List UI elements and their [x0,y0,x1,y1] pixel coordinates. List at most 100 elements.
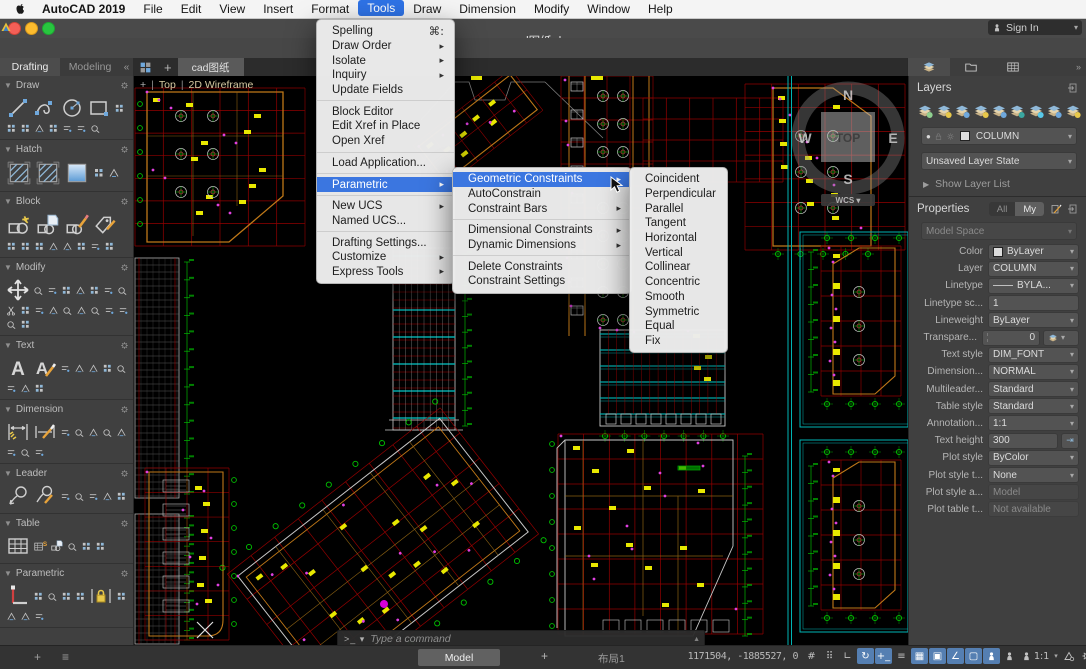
property-value-layer[interactable]: COLUMN▾ [988,261,1079,277]
selection-cycling-toggle[interactable]: ▣ [929,648,946,664]
dim-radius-icon[interactable] [74,427,85,438]
section-header-hatch[interactable]: ▼Hatch [0,140,133,157]
menubar-item-file[interactable]: File [134,0,171,18]
radius-constraint-icon[interactable] [116,591,127,602]
layer-state-dropdown[interactable]: Unsaved Layer State▾ [921,152,1077,170]
menu-item-parametric[interactable]: Parametric▸ [317,177,454,192]
ortho-mode-toggle[interactable]: ∟ [839,648,856,664]
layer-edit-icon[interactable] [935,102,951,119]
erase-icon[interactable] [20,319,31,330]
section-header-table[interactable]: ▼Table [0,514,133,531]
gear-icon[interactable] [120,341,129,350]
menu-item-constraint-bars[interactable]: Constraint Bars▸ [453,201,631,216]
grid-display-toggle[interactable]: # [803,648,820,664]
property-value-linetype[interactable]: BYLA...▾ [988,278,1079,294]
section-header-dimension[interactable]: ▼Dimension [0,400,133,417]
block-replace-icon[interactable] [34,241,45,252]
move-icon[interactable] [6,278,30,302]
leader-remove-icon[interactable] [102,491,113,502]
property-value-linetype-sc[interactable]: 1 [988,295,1079,311]
menu-item-inquiry[interactable]: Inquiry▸ [317,68,454,83]
menubar-item-format[interactable]: Format [302,0,358,18]
tab-layer-states[interactable] [950,58,992,76]
dimensional-lock-icon[interactable] [89,584,113,608]
show-layer-list-toggle[interactable]: ▶Show Layer List [923,178,1086,190]
aligned-constraint-icon[interactable] [20,611,31,622]
edit-attribute-icon[interactable] [93,212,119,238]
chamfer-icon[interactable] [48,305,59,316]
gear-icon[interactable] [120,197,129,206]
rectangle-icon[interactable] [87,96,111,120]
layout-tab[interactable]: 布局1 [598,651,625,666]
constraint-show-icon[interactable] [75,591,86,602]
scissors-icon[interactable] [6,305,17,316]
polar-tracking-toggle[interactable]: ↻ [857,648,874,664]
menu-item-dynamic-dimensions[interactable]: Dynamic Dimensions▸ [453,238,631,253]
tab-annotation-scales[interactable] [992,58,1034,76]
annotation-visibility-toggle[interactable] [983,648,1000,664]
hatch-icon[interactable] [6,160,32,186]
command-input[interactable]: Type a command [370,633,693,645]
dimension-edit-icon[interactable] [33,420,57,444]
block-export-icon[interactable] [104,241,115,252]
rotate-icon[interactable] [47,285,58,296]
app-menu[interactable]: AutoCAD 2019 [33,0,134,18]
constraint-point-icon[interactable] [61,591,72,602]
offset-icon[interactable] [20,305,31,316]
model-tab[interactable]: Model [418,649,500,666]
layer-match-icon[interactable] [991,102,1007,119]
angle-snap-toggle[interactable]: ∠ [947,648,964,664]
menu-item-load-application[interactable]: Load Application... [317,156,454,171]
property-value-color[interactable]: ByLayer▾ [988,244,1079,260]
menu-item-coincident[interactable]: Coincident [630,172,727,187]
menu-item-symmetric[interactable]: Symmetric [630,304,727,319]
menu-item-constraint-settings[interactable]: Constraint Settings [453,274,631,289]
text-screen-icon[interactable] [116,363,127,374]
space-dropdown[interactable]: Model Space▾ [921,222,1077,240]
match-properties-icon[interactable] [6,319,17,330]
auto-scale-toggle[interactable] [1001,648,1018,664]
snap-mode-toggle[interactable]: ⠿ [821,648,838,664]
view-list-icon[interactable]: ≡ [62,650,69,664]
annotation-scale-dropdown[interactable]: 1:1▾ [1019,648,1060,664]
viewport-view-control[interactable]: Top [159,79,176,91]
layer-lock-icon[interactable] [1046,102,1062,119]
dim-ordinate-icon[interactable] [102,427,113,438]
constraint-hide-icon[interactable] [6,611,17,622]
gradient-icon[interactable] [64,160,90,186]
arc-icon[interactable] [114,103,125,114]
layer-settings-icon[interactable] [1009,102,1025,119]
hatch-edit-icon[interactable] [35,160,61,186]
undock-properties-icon[interactable] [1067,203,1079,215]
dim-baseline-icon[interactable] [116,427,127,438]
menu-item-drafting-settings[interactable]: Drafting Settings... [317,235,454,250]
menu-item-perpendicular[interactable]: Perpendicular [630,187,727,202]
attribute-edit-icon[interactable] [90,241,101,252]
break-icon[interactable] [104,305,115,316]
block-base-icon[interactable] [62,241,73,252]
cell-styles-icon[interactable] [48,241,59,252]
line-icon[interactable] [6,96,30,120]
menubar-item-modify[interactable]: Modify [525,0,578,18]
menu-item-new-ucs[interactable]: New UCS▸ [317,199,454,214]
filter-my-button[interactable]: My [1015,202,1044,216]
transparency-bylayer-dropdown[interactable]: ▾ [1043,330,1079,346]
stretch-icon[interactable] [90,305,101,316]
sign-in-button[interactable]: Sign In ▾ [988,20,1082,35]
transparency-input[interactable]: 0 [982,330,1040,346]
menu-item-dimensional-constraints[interactable]: Dimensional Constraints▸ [453,223,631,238]
menu-item-delete-constraints[interactable]: Delete Constraints [453,259,631,274]
solid-edit-icon[interactable] [34,305,45,316]
apple-menu-icon[interactable] [0,0,33,18]
menu-item-concentric[interactable]: Concentric [630,275,727,290]
document-tab[interactable]: cad图纸 [178,58,244,76]
edit-properties-icon[interactable] [1050,203,1062,215]
menu-item-isolate[interactable]: Isolate▸ [317,53,454,68]
settings-gear-icon[interactable] [1079,648,1086,664]
property-value-lineweight[interactable]: ByLayer▾ [988,312,1079,328]
viewport-visual-style-control[interactable]: 2D Wireframe [189,79,254,91]
viewport-plus-control[interactable]: + [140,79,146,91]
fillet-icon[interactable] [75,285,86,296]
menubar-item-view[interactable]: View [210,0,254,18]
menu-item-open-xref[interactable]: Open Xref [317,134,454,149]
